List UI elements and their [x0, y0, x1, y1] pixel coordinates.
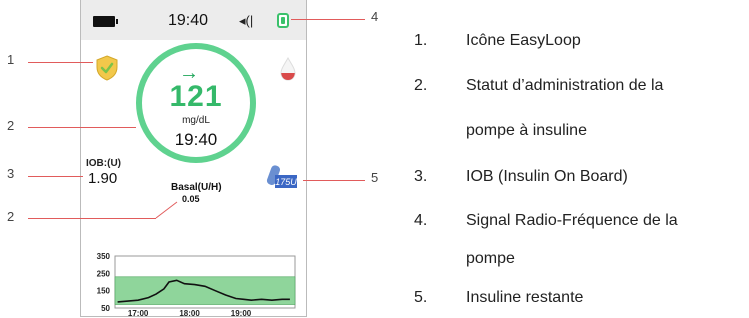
chart-x-tick-label: 19:00 — [231, 309, 252, 316]
chart-y-tick-label: 50 — [101, 304, 110, 313]
legend-number: 1. — [414, 32, 428, 49]
pump-status-droplet-icon[interactable] — [278, 56, 298, 82]
insulin-reservoir-icon[interactable]: 175U — [266, 163, 298, 191]
battery-icon — [93, 16, 118, 27]
legend-number: 3. — [414, 168, 428, 185]
rf-signal-bar — [281, 17, 285, 24]
glucose-value: 121 — [169, 80, 223, 113]
vibrate-icon: ◂(| — [239, 13, 254, 28]
callout-line — [303, 180, 365, 181]
status-bar: 19:40 ◂(| — [81, 0, 306, 40]
callout-line — [28, 62, 93, 63]
chart-x-tick-label: 18:00 — [179, 309, 200, 316]
legend-text: Statut d’administration de la — [466, 77, 664, 94]
legend-text: IOB (Insulin On Board) — [466, 168, 628, 185]
callout-number: 2 — [7, 118, 15, 133]
callout-line-diagonal — [155, 201, 178, 219]
glucose-chart: 350 250 150 50 17:00 18:00 19:00 — [97, 252, 296, 316]
callout-number: 2 — [7, 209, 15, 224]
iob-value: 1.90 — [88, 170, 118, 187]
legend-text: Icône EasyLoop — [466, 32, 581, 49]
callout-number: 1 — [7, 52, 15, 67]
chart-y-tick-label: 350 — [97, 252, 111, 261]
callout-number: 3 — [7, 166, 15, 181]
legend-text: pompe — [466, 250, 515, 267]
chart-x-tick-label: 17:00 — [128, 309, 149, 316]
status-time: 19:40 — [168, 12, 209, 29]
chart-y-tick-label: 250 — [97, 269, 111, 278]
callout-line — [291, 19, 365, 20]
callout-line — [28, 176, 83, 177]
easyloop-shield-icon[interactable] — [95, 55, 119, 81]
reading-time: 19:40 — [174, 130, 218, 149]
legend-text: Insuline restante — [466, 289, 584, 306]
callout-line — [28, 218, 156, 219]
legend-number: 4. — [414, 212, 428, 229]
legend-number: 2. — [414, 77, 428, 94]
callout-number: 4 — [371, 9, 379, 24]
legend-text: Signal Radio-Fréquence de la — [466, 212, 678, 229]
callout-number: 5 — [371, 170, 379, 185]
legend-text: pompe à insuline — [466, 122, 587, 139]
basal-value: 0.05 — [182, 194, 200, 204]
iob-label: IOB:(U) — [86, 158, 121, 169]
chart-y-tick-label: 150 — [97, 287, 111, 296]
legend-number: 5. — [414, 289, 428, 306]
basal-label: Basal(U/H) — [171, 182, 222, 193]
insulin-remaining-text: 175U — [275, 177, 297, 187]
callout-line — [28, 127, 136, 128]
pump-screen: 19:40 ◂(| → 121 mg/dL 19:40 IOB:(U) 1.90… — [80, 0, 307, 317]
glucose-unit: mg/dL — [182, 115, 210, 126]
